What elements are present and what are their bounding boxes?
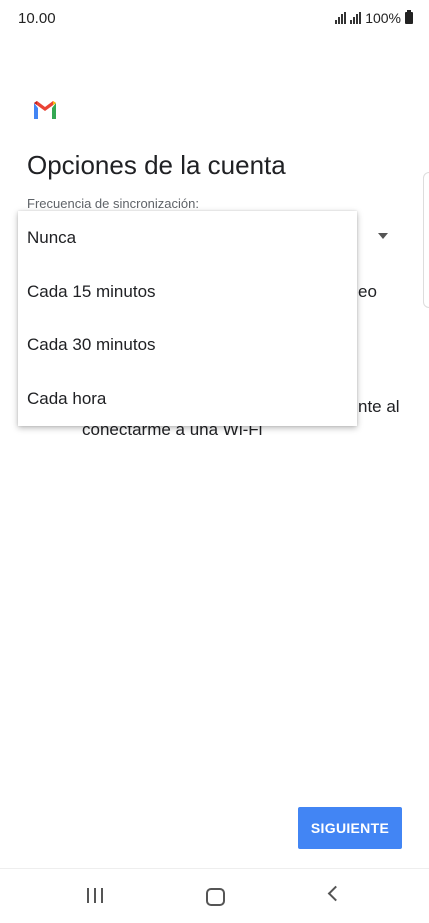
next-button[interactable]: SIGUIENTE (298, 807, 402, 849)
side-panel-edge (423, 172, 429, 308)
menu-item-nunca[interactable]: Nunca (18, 211, 357, 265)
sync-frequency-menu: Nunca Cada 15 minutos Cada 30 minutos Ca… (18, 211, 357, 426)
dropdown-arrow-icon[interactable] (378, 233, 388, 239)
status-bar: 10.00 100% (0, 0, 429, 36)
obscured-text: nte al (358, 397, 400, 416)
signal-icon (335, 12, 347, 24)
back-icon[interactable] (327, 885, 344, 902)
menu-item-cada-hora[interactable]: Cada hora (18, 372, 357, 426)
recent-apps-icon[interactable] (87, 888, 103, 903)
status-time: 10.00 (18, 10, 56, 27)
navigation-bar (0, 868, 429, 923)
signal-icon (350, 12, 362, 24)
sync-frequency-label: Frecuencia de sincronización: (27, 196, 199, 211)
gmail-logo-icon (34, 101, 56, 119)
battery-icon (405, 10, 413, 24)
status-icons: 100% (335, 10, 413, 26)
menu-item-15-minutos[interactable]: Cada 15 minutos (18, 265, 357, 319)
page-title: Opciones de la cuenta (27, 150, 286, 180)
menu-item-30-minutos[interactable]: Cada 30 minutos (18, 318, 357, 372)
obscured-text: eo (358, 282, 377, 301)
battery-percent: 100% (365, 10, 401, 26)
home-icon[interactable] (206, 888, 225, 906)
